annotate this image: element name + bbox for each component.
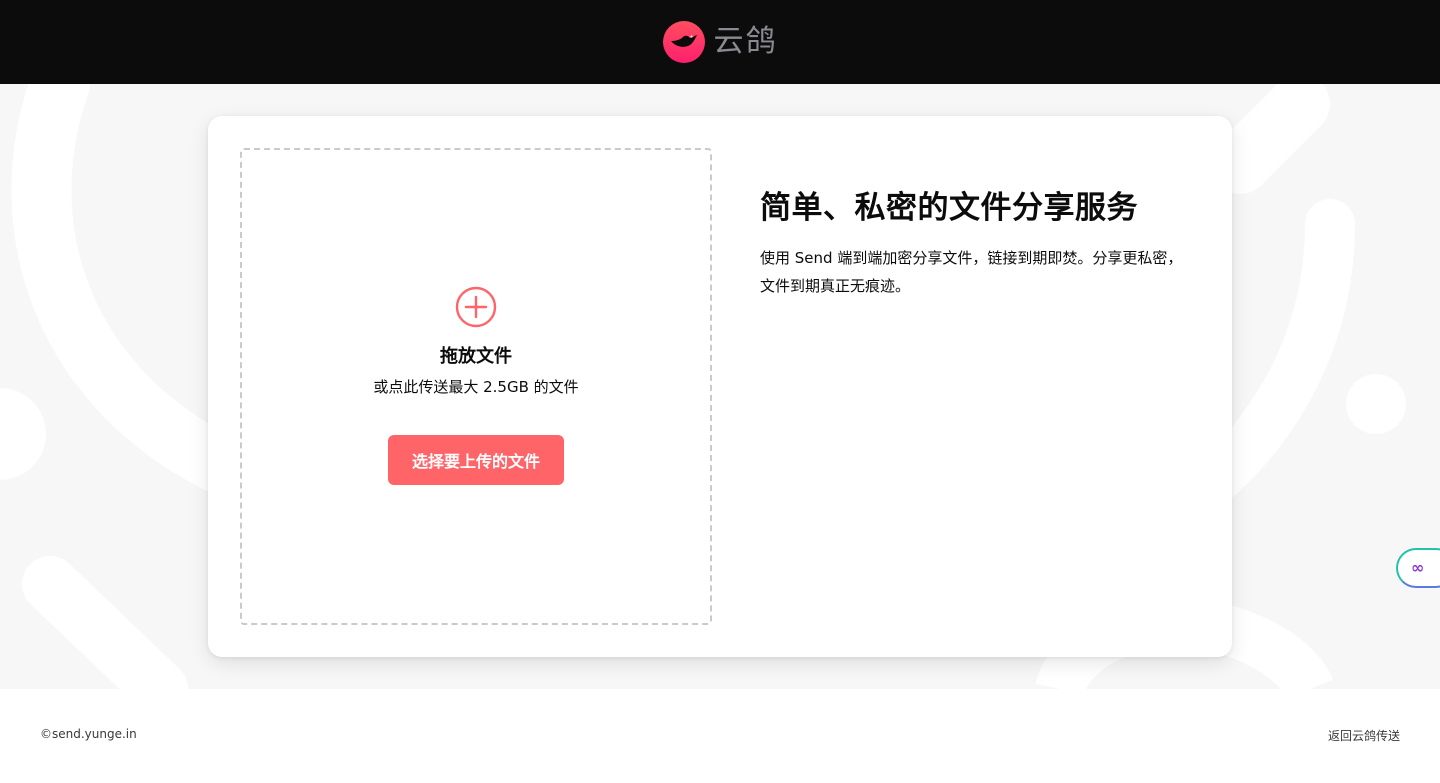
side-floating-widget[interactable]: ∞ [1396, 548, 1440, 588]
file-dropzone[interactable]: 拖放文件 或点此传送最大 2.5GB 的文件 选择要上传的文件 [240, 148, 712, 625]
plus-circle-icon[interactable] [455, 286, 497, 328]
top-header: 云鸽 [0, 0, 1440, 84]
intro-section: 简单、私密的文件分享服务 使用 Send 端到端加密分享文件，链接到期即焚。分享… [760, 188, 1190, 300]
copyright-text: ©send.yunge.in [40, 727, 137, 741]
page-footer: ©send.yunge.in 返回云鸽传送 [0, 689, 1440, 783]
pigeon-logo-icon [662, 21, 705, 63]
upload-card: 拖放文件 或点此传送最大 2.5GB 的文件 选择要上传的文件 简单、私密的文件… [208, 116, 1232, 657]
back-to-yunge-link[interactable]: 返回云鸽传送 [1328, 727, 1400, 744]
brand-name: 云鸽 [713, 24, 778, 59]
intro-title: 简单、私密的文件分享服务 [760, 190, 1138, 226]
brand-logo-link[interactable]: 云鸽 [662, 21, 778, 63]
intro-description: 使用 Send 端到端加密分享文件，链接到期即焚。分享更私密，文件到期真正无痕迹… [760, 249, 1183, 295]
infinity-icon: ∞ [1411, 558, 1425, 577]
select-file-button[interactable]: 选择要上传的文件 [388, 435, 564, 485]
dropzone-subtitle: 或点此传送最大 2.5GB 的文件 [373, 378, 579, 396]
dropzone-title: 拖放文件 [440, 346, 512, 367]
